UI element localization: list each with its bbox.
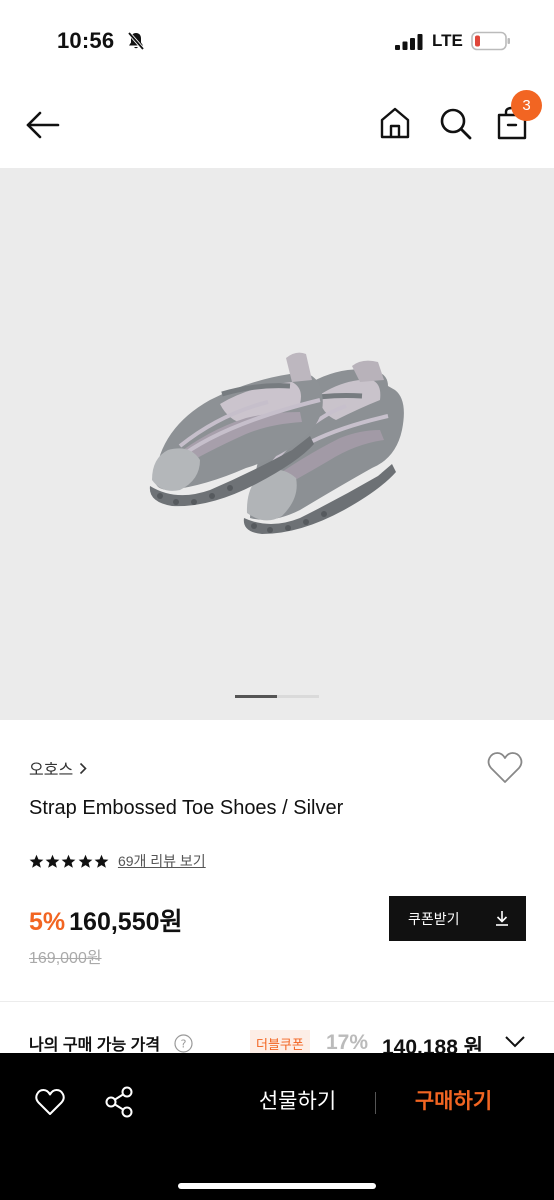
download-icon	[496, 911, 508, 926]
indicator-inactive	[277, 695, 319, 698]
price-row: 5% 160,550원	[29, 902, 183, 938]
product-image	[149, 352, 404, 534]
brand-name: 오호스	[29, 762, 74, 779]
app-header	[0, 80, 554, 168]
gift-button[interactable]: 선물하기	[230, 1083, 365, 1121]
star-icon	[61, 854, 76, 868]
discount-rate: 5%	[29, 908, 66, 936]
heart-icon[interactable]	[486, 750, 524, 786]
review-link[interactable]: 69개 리뷰 보기	[118, 851, 206, 871]
original-price: 169,000원	[29, 950, 102, 967]
sale-price: 160,550원	[69, 908, 183, 936]
battery-low-icon	[471, 31, 510, 51]
chevron-right-icon	[80, 762, 87, 775]
my-discount-rate: 17%	[326, 1031, 369, 1054]
gallery-page-indicator	[235, 695, 319, 698]
section-divider	[0, 1001, 554, 1002]
chevron-down-icon[interactable]	[504, 1035, 526, 1049]
network-label: LTE	[432, 31, 463, 50]
star-icon	[29, 854, 44, 868]
indicator-active	[235, 695, 277, 698]
product-title: Strap Embossed Toe Shoes / Silver	[29, 797, 344, 819]
heart-icon[interactable]	[34, 1086, 66, 1118]
cart-count-badge: 3	[511, 90, 542, 121]
share-icon[interactable]	[103, 1085, 135, 1119]
buy-button[interactable]: 구매하기	[385, 1083, 522, 1121]
home-icon[interactable]	[377, 105, 413, 141]
bar-separator	[375, 1092, 376, 1114]
brand-link[interactable]: 오호스	[29, 756, 87, 780]
signal-icon	[395, 34, 423, 50]
search-icon[interactable]	[437, 105, 473, 141]
my-price-row[interactable]: 나의 구매 가능 가격 ? 더블쿠폰 17% 140,188 원	[0, 1025, 554, 1059]
bell-slash-icon	[127, 31, 145, 51]
coupon-button[interactable]: 쿠폰받기	[389, 896, 526, 941]
status-bar: 10:56 LTE	[0, 0, 554, 80]
star-icon	[94, 854, 109, 868]
my-price-label: 나의 구매 가능 가격	[29, 1037, 161, 1054]
back-arrow-icon[interactable]	[24, 106, 62, 144]
status-time: 10:56	[57, 28, 115, 53]
star-icon	[78, 854, 92, 868]
home-indicator	[178, 1183, 376, 1189]
rating-row: 69개 리뷰 보기	[29, 850, 206, 872]
star-icon	[45, 854, 60, 868]
coupon-label: 쿠폰받기	[408, 911, 460, 927]
help-icon[interactable]: ?	[174, 1034, 193, 1053]
svg-text:?: ?	[181, 1038, 187, 1051]
bottom-action-bar: 선물하기 구매하기	[0, 1053, 554, 1200]
product-image-gallery[interactable]	[0, 168, 554, 720]
